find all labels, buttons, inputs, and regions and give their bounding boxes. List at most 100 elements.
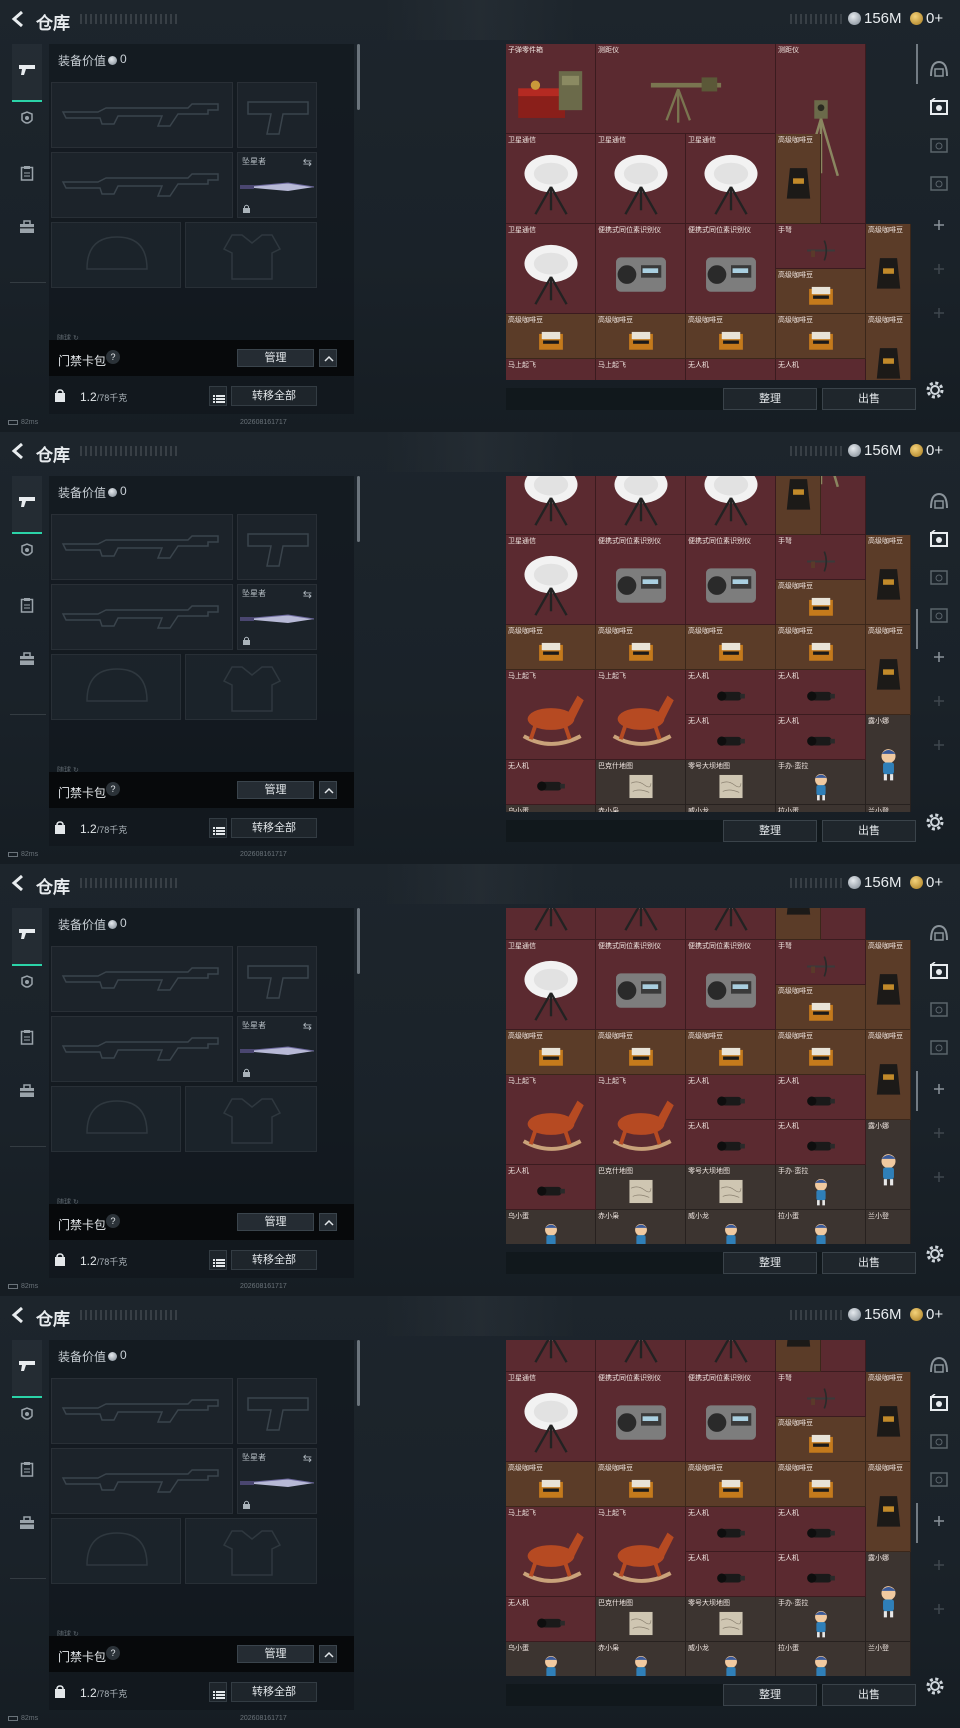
stash-item[interactable]: 马上起飞 (506, 359, 596, 380)
stash-item[interactable]: 无人机 (686, 359, 776, 380)
secondary-weapon-slot[interactable] (51, 1016, 233, 1082)
stash-tab-2[interactable] (926, 134, 952, 160)
sidearm-slot[interactable] (237, 514, 317, 580)
stash-item[interactable]: 乌小蛋 (506, 804, 596, 812)
stash-item[interactable]: 高级咖啡豆 (506, 314, 596, 359)
stash-item[interactable]: 无人机 (686, 1074, 776, 1120)
stash-item[interactable]: 手弩 (776, 1371, 866, 1417)
stash-item[interactable]: 卫星通信 (506, 1340, 596, 1372)
stash-item[interactable]: 测距仪 (596, 44, 776, 134)
stash-tab-3[interactable] (926, 172, 952, 198)
settings-gear-icon[interactable] (924, 811, 946, 833)
stash-item[interactable]: 高级咖啡豆 (506, 624, 596, 670)
stash-item[interactable]: 马上起飞 (506, 669, 596, 760)
stash-item[interactable]: 高级咖啡豆 (776, 1029, 866, 1075)
stash-item[interactable]: 高级咖啡豆 (866, 939, 911, 1030)
transfer-all-button[interactable]: 转移全部 (231, 1682, 317, 1702)
tab-supplies[interactable] (12, 160, 42, 190)
swap-icon[interactable]: ⇆ (303, 588, 312, 601)
secondary-weapon-slot[interactable] (51, 1448, 233, 1514)
stash-scrollbar[interactable] (916, 609, 918, 650)
stash-item[interactable]: 无人机 (686, 669, 776, 715)
primary-weapon-slot[interactable] (51, 82, 233, 148)
sidearm-slot[interactable] (237, 946, 317, 1012)
sell-button[interactable]: 出售 (822, 1252, 916, 1274)
sell-button[interactable]: 出售 (822, 388, 916, 410)
stash-item[interactable]: 高级咖啡豆 (776, 908, 821, 940)
gold-currency-value[interactable]: 0+ (926, 874, 943, 891)
tab-weapons[interactable] (12, 44, 42, 102)
tab-weapons[interactable] (12, 476, 42, 534)
stash-item[interactable]: 高级咖啡豆 (776, 1416, 866, 1462)
collapse-button[interactable] (319, 1645, 337, 1663)
stash-item[interactable]: 高级咖啡豆 (866, 624, 911, 715)
stash-tab-case[interactable] (926, 1392, 952, 1418)
melee-slot[interactable]: 坠星者 ⇆ (237, 584, 317, 650)
stash-item[interactable]: 无人机 (506, 759, 596, 805)
stash-item[interactable]: 卫星通信 (686, 908, 776, 940)
stash-item[interactable]: 露小娜 (866, 714, 911, 805)
tab-cases[interactable] (12, 1078, 42, 1108)
armor-slot[interactable] (185, 1086, 317, 1152)
stash-item[interactable]: 高级咖啡豆 (686, 1029, 776, 1075)
stash-item[interactable]: 卫星通信 (506, 939, 596, 1030)
stash-item[interactable]: 拉小蛋 (776, 1209, 866, 1244)
transfer-all-button[interactable]: 转移全部 (231, 386, 317, 406)
stash-item[interactable]: 高级咖啡豆 (506, 1029, 596, 1075)
stash-item[interactable]: 卫星通信 (596, 476, 686, 535)
melee-slot[interactable]: 坠星者 ⇆ (237, 152, 317, 218)
tab-armor[interactable] (12, 970, 42, 1000)
stash-item[interactable]: 手弩 (776, 224, 866, 269)
swap-icon[interactable]: ⇆ (303, 156, 312, 169)
stash-scrollbar[interactable] (916, 1502, 918, 1543)
stash-item[interactable]: 卫星通信 (596, 1340, 686, 1372)
stash-item[interactable]: 高级咖啡豆 (506, 1461, 596, 1507)
stash-item[interactable]: 兰小登 (866, 1641, 911, 1676)
organize-button[interactable]: 整理 (723, 1252, 817, 1274)
stash-item[interactable]: 高级咖啡豆 (866, 534, 911, 625)
stash-tab-case[interactable] (926, 960, 952, 986)
equipment-scrollbar[interactable] (357, 44, 360, 110)
stash-item[interactable]: 无人机 (686, 714, 776, 760)
stash-item[interactable]: 无人机 (776, 1551, 866, 1597)
tab-armor[interactable] (12, 1402, 42, 1432)
stash-item[interactable]: 卫星通信 (506, 224, 596, 314)
stash-item[interactable]: 马上起飞 (596, 669, 686, 760)
stash-item[interactable]: 巴克什地图 (596, 759, 686, 805)
melee-slot[interactable]: 坠星者 ⇆ (237, 1448, 317, 1514)
stash-item[interactable]: 零号大坝地图 (686, 759, 776, 805)
stash-item[interactable]: 兰小登 (866, 804, 911, 812)
stash-item[interactable]: 高级咖啡豆 (866, 1029, 911, 1120)
swap-icon[interactable]: ⇆ (303, 1452, 312, 1465)
stash-tab-case[interactable] (926, 528, 952, 554)
add-stash-button[interactable] (926, 214, 952, 240)
stash-item[interactable]: 威小龙 (686, 1641, 776, 1676)
stash-item[interactable]: 乌小蛋 (506, 1641, 596, 1676)
stash-item[interactable]: 赤小枭 (596, 1641, 686, 1676)
gold-currency-value[interactable]: 0+ (926, 442, 943, 459)
add-stash-button[interactable] (926, 646, 952, 672)
stash-item[interactable]: 卫星通信 (596, 134, 686, 224)
stash-item[interactable]: 马上起飞 (596, 1074, 686, 1165)
stash-item[interactable]: 威小龙 (686, 1209, 776, 1244)
stash-item[interactable]: 高级咖啡豆 (866, 1461, 911, 1552)
add-stash-button-3[interactable] (926, 302, 952, 328)
stash-item[interactable]: 无人机 (686, 1119, 776, 1165)
stash-item[interactable]: 卫星通信 (686, 1340, 776, 1372)
stash-item[interactable]: 零号大坝地图 (686, 1164, 776, 1210)
stash-item[interactable]: 便携式同位素识别仪 (686, 534, 776, 625)
gold-currency-value[interactable]: 0+ (926, 10, 943, 27)
stash-item[interactable]: 高级咖啡豆 (686, 1461, 776, 1507)
equipment-scrollbar[interactable] (357, 476, 360, 542)
stash-item[interactable]: 高级咖啡豆 (866, 314, 911, 380)
settings-gear-icon[interactable] (924, 1243, 946, 1265)
stash-item[interactable]: 高级咖啡豆 (596, 1029, 686, 1075)
stash-item[interactable]: 无人机 (776, 1119, 866, 1165)
tab-armor[interactable] (12, 106, 42, 136)
stash-item[interactable]: 马上起飞 (506, 1506, 596, 1597)
stash-item[interactable]: 露小娜 (866, 1551, 911, 1642)
tab-supplies[interactable] (12, 1456, 42, 1486)
tab-supplies[interactable] (12, 1024, 42, 1054)
stash-item[interactable]: 卫星通信 (506, 476, 596, 535)
armor-slot[interactable] (185, 222, 317, 288)
